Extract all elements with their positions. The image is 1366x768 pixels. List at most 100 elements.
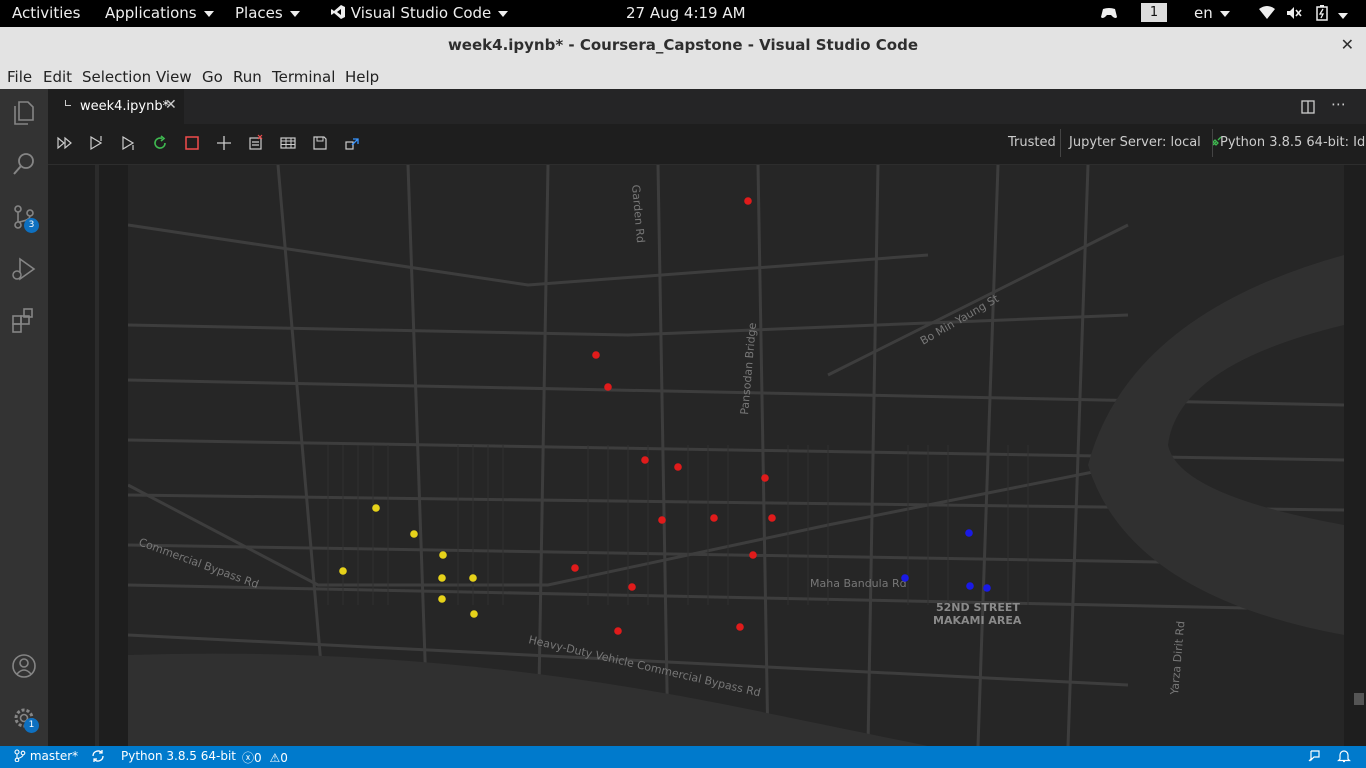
cluster2-marker[interactable]	[438, 574, 446, 582]
menu-view[interactable]: View	[156, 68, 192, 86]
activities-button[interactable]: Activities	[12, 4, 80, 22]
window-titlebar: week4.ipynb* - Coursera_Capstone - Visua…	[0, 27, 1366, 63]
scrollbar-thumb[interactable]	[1354, 693, 1364, 705]
menu-help[interactable]: Help	[345, 68, 379, 86]
cluster1-marker[interactable]	[768, 514, 776, 522]
menu-selection[interactable]: Selection	[82, 68, 151, 86]
map-label-yarza-dirit: Yarza Dirit Rd	[1168, 620, 1187, 696]
volume-muted-icon[interactable]	[1286, 6, 1302, 24]
variables-icon[interactable]	[279, 134, 297, 152]
system-menu-caret[interactable]	[1338, 6, 1348, 24]
explorer-icon[interactable]	[9, 98, 39, 128]
workspace-indicator[interactable]: 1	[1141, 3, 1167, 22]
keyboard-language-menu[interactable]: en	[1194, 4, 1230, 22]
problems-status[interactable]: ⓧ0 ⚠0	[242, 749, 288, 766]
gamepad-icon[interactable]	[1100, 6, 1118, 24]
notebook-file-icon	[65, 100, 71, 106]
cluster1-marker[interactable]	[592, 351, 600, 359]
clear-outputs-icon[interactable]	[247, 134, 265, 152]
cluster3-marker[interactable]	[965, 529, 973, 537]
menu-terminal[interactable]: Terminal	[272, 68, 335, 86]
python-interpreter[interactable]: Python 3.8.5 64-bit	[121, 749, 236, 763]
places-menu[interactable]: Places	[235, 4, 300, 22]
warning-icon: ⚠	[269, 751, 281, 765]
interrupt-kernel-icon[interactable]	[183, 134, 201, 152]
menu-edit[interactable]: Edit	[43, 68, 72, 86]
search-icon[interactable]	[9, 149, 39, 179]
cluster1-marker[interactable]	[744, 197, 752, 205]
map-output[interactable]: Commercial Bypass Rd Heavy-Duty Vehicle …	[128, 165, 1344, 746]
status-bar: master* Python 3.8.5 64-bit ⓧ0 ⚠0	[0, 746, 1366, 768]
extensions-icon[interactable]	[9, 306, 39, 336]
cluster1-marker[interactable]	[604, 383, 612, 391]
cluster3-marker[interactable]	[901, 574, 909, 582]
cluster1-marker[interactable]	[571, 564, 579, 572]
accounts-icon[interactable]	[9, 651, 39, 681]
branch-label: master*	[29, 749, 79, 763]
warning-count: 0	[280, 751, 288, 765]
menu-file[interactable]: File	[7, 68, 32, 86]
cluster2-marker[interactable]	[469, 574, 477, 582]
cluster1-marker[interactable]	[736, 623, 744, 631]
run-below-icon[interactable]	[119, 134, 137, 152]
app-menu[interactable]: Visual Studio Code	[330, 4, 509, 22]
split-editor-icon[interactable]	[1301, 99, 1315, 118]
cluster1-marker[interactable]	[641, 456, 649, 464]
menu-go[interactable]: Go	[202, 68, 223, 86]
caret-down-icon	[1338, 12, 1348, 19]
clock[interactable]: 27 Aug 4:19 AM	[626, 4, 746, 22]
more-actions-icon[interactable]: ⋯	[1331, 95, 1346, 113]
map-label-52nd-street: 52ND STREET	[936, 601, 1020, 614]
cluster3-marker[interactable]	[983, 584, 991, 592]
cluster1-marker[interactable]	[658, 516, 666, 524]
cluster1-marker[interactable]	[761, 474, 769, 482]
error-count: 0	[254, 751, 262, 765]
toolbar-divider	[1060, 129, 1061, 157]
applications-menu[interactable]: Applications	[105, 4, 214, 22]
cluster2-marker[interactable]	[339, 567, 347, 575]
add-cell-icon[interactable]	[215, 134, 233, 152]
sync-icon[interactable]	[91, 749, 105, 766]
map-canvas[interactable]: Commercial Bypass Rd Heavy-Duty Vehicle …	[128, 165, 1344, 746]
river-bend-area	[1088, 255, 1344, 635]
run-above-icon[interactable]	[87, 134, 105, 152]
cluster2-marker[interactable]	[410, 530, 418, 538]
menu-bar: File Edit Selection View Go Run Terminal…	[0, 63, 1366, 89]
caret-down-icon	[498, 10, 509, 17]
notifications-bell-icon[interactable]	[1337, 749, 1351, 766]
save-icon[interactable]	[311, 134, 329, 152]
battery-icon[interactable]	[1315, 5, 1329, 25]
run-all-icon[interactable]	[56, 134, 74, 152]
menu-run[interactable]: Run	[233, 68, 262, 86]
cluster2-marker[interactable]	[470, 610, 478, 618]
tab-week4-notebook[interactable]: week4.ipynb* ✕	[48, 89, 184, 124]
close-tab-icon[interactable]: ✕	[165, 97, 177, 113]
feedback-icon[interactable]	[1307, 749, 1321, 766]
kernel-status[interactable]: Python 3.8.5 64-bit: Idle	[1220, 135, 1366, 150]
branch-status[interactable]: master*	[14, 749, 78, 763]
jupyter-server-status[interactable]: Jupyter Server: local	[1069, 135, 1223, 150]
source-control-badge: 3	[24, 218, 39, 233]
wifi-icon[interactable]	[1259, 6, 1275, 24]
cluster2-marker[interactable]	[439, 551, 447, 559]
editor-tabs: week4.ipynb* ✕ ⋯	[48, 89, 1366, 124]
cluster1-marker[interactable]	[614, 627, 622, 635]
cluster1-marker[interactable]	[674, 463, 682, 471]
cluster1-marker[interactable]	[628, 583, 636, 591]
toolbar-divider	[1212, 129, 1213, 157]
window-title: week4.ipynb* - Coursera_Capstone - Visua…	[447, 36, 919, 54]
vscode-icon	[331, 5, 345, 19]
applications-label: Applications	[105, 4, 197, 22]
cluster2-marker[interactable]	[372, 504, 380, 512]
cluster3-marker[interactable]	[966, 582, 974, 590]
window-close-button[interactable]: ✕	[1341, 35, 1354, 54]
cluster1-marker[interactable]	[710, 514, 718, 522]
tab-label: week4.ipynb*	[80, 99, 170, 114]
river-area	[128, 653, 928, 746]
run-debug-icon[interactable]	[9, 254, 39, 284]
trusted-indicator[interactable]: Trusted	[1008, 135, 1056, 150]
cluster2-marker[interactable]	[438, 595, 446, 603]
export-icon[interactable]	[343, 134, 361, 152]
restart-kernel-icon[interactable]	[151, 134, 169, 152]
cluster1-marker[interactable]	[749, 551, 757, 559]
